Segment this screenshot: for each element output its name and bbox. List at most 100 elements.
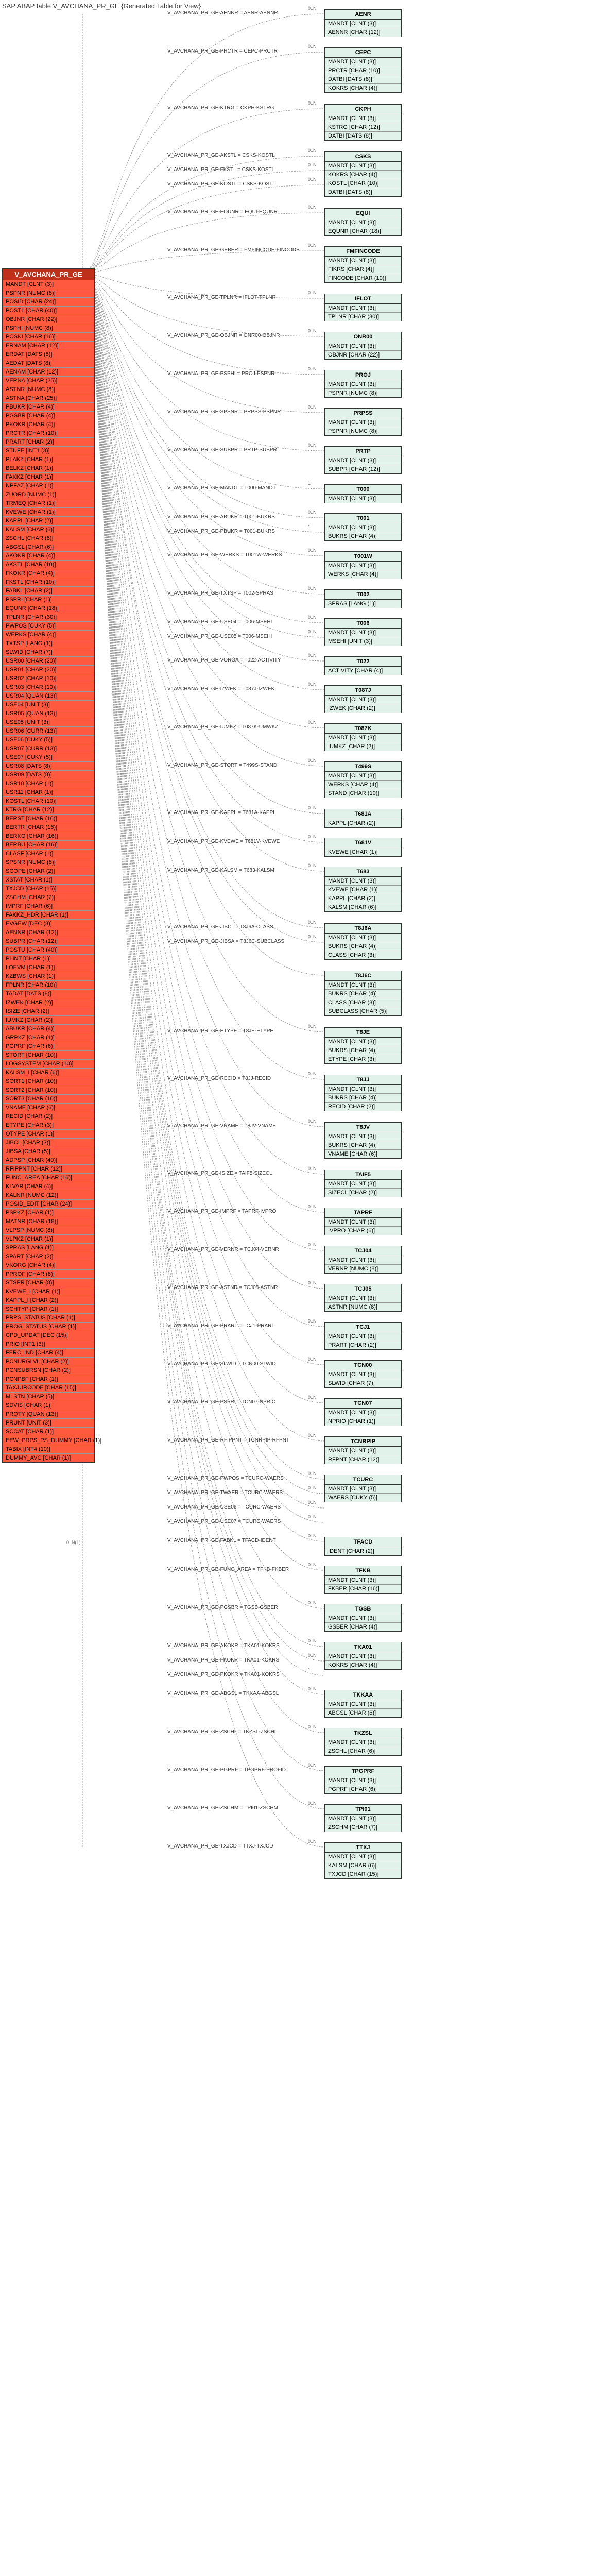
edge-label: V_AVCHANA_PR_GE-ABGSL = TKKAA-ABGSL xyxy=(167,1691,279,1697)
root-attr: USR00 [CHAR (20)] xyxy=(3,657,94,666)
edge-label: V_AVCHANA_PR_GE-VNAME = T8JV-VNAME xyxy=(167,1123,276,1129)
edge-label: V_AVCHANA_PR_GE-PSPHI = PROJ-PSPNR xyxy=(167,371,275,377)
target-attr: CLASS [CHAR (3)] xyxy=(325,998,401,1007)
target-attr: MANDT [CLNT (3)] xyxy=(325,1700,401,1709)
edge-rel: 0..N xyxy=(308,1839,317,1844)
root-attr: LOEVM [CHAR (1)] xyxy=(3,963,94,972)
edge-rel: 0..N xyxy=(308,148,317,153)
target-attr: MANDT [CLNT (3)] xyxy=(325,981,401,990)
root-attr: KTRG [CHAR (12)] xyxy=(3,806,94,815)
edge-rel: 0..N xyxy=(308,366,317,371)
edge-rel: 0..N xyxy=(308,1024,317,1029)
target-attr: MANDT [CLNT (3)] xyxy=(325,1409,401,1417)
target-attr: MANDT [CLNT (3)] xyxy=(325,734,401,742)
target-attr: MANDT [CLNT (3)] xyxy=(325,1614,401,1623)
target-attr: OBJNR [CHAR (22)] xyxy=(325,351,401,359)
target-attr: FINCODE [CHAR (10)] xyxy=(325,274,401,282)
target-node: TKKAAMANDT [CLNT (3)]ABGSL [CHAR (6)] xyxy=(324,1690,402,1718)
root-attr: FPLNR [CHAR (10)] xyxy=(3,981,94,990)
target-attr: MANDT [CLNT (3)] xyxy=(325,1256,401,1265)
target-header: TCURC xyxy=(325,1475,401,1485)
target-node: TFKBMANDT [CLNT (3)]FKBER [CHAR (16)] xyxy=(324,1566,402,1594)
root-attr: TPLNR [CHAR (30)] xyxy=(3,613,94,622)
edge-label: V_AVCHANA_PR_GE-FKSTL = CSKS-KOSTL xyxy=(167,167,274,173)
edge-label: V_AVCHANA_PR_GE-STORT = T499S-STAND xyxy=(167,762,277,768)
target-attr: MANDT [CLNT (3)] xyxy=(325,218,401,227)
target-header: T8JE xyxy=(325,1028,401,1038)
target-header: TFACD xyxy=(325,1537,401,1547)
target-header: PROJ xyxy=(325,370,401,380)
target-node: TKZSLMANDT [CLNT (3)]ZSCHL [CHAR (6)] xyxy=(324,1728,402,1756)
target-attr: MANDT [CLNT (3)] xyxy=(325,1085,401,1094)
root-attr: PGSBR [CHAR (4)] xyxy=(3,412,94,420)
edge-rel: 1 xyxy=(308,524,311,529)
edge-rel: 0..N xyxy=(308,1724,317,1730)
target-header: TKA01 xyxy=(325,1642,401,1652)
target-node: TCNRPIPMANDT [CLNT (3)]RFPNT [CHAR (12)] xyxy=(324,1436,402,1464)
target-node: T000MANDT [CLNT (3)] xyxy=(324,484,402,503)
root-attr: USR03 [CHAR (10)] xyxy=(3,683,94,692)
target-node: TCJ1MANDT [CLNT (3)]PRART [CHAR (2)] xyxy=(324,1322,402,1350)
edge-label: V_AVCHANA_PR_GE-KAPPL = T681A-KAPPL xyxy=(167,810,276,816)
edge-rel: 0..N xyxy=(308,1071,317,1076)
root-attr: KAPPL [CHAR (2)] xyxy=(3,517,94,526)
target-header: T022 xyxy=(325,657,401,667)
root-attr: TXTSP [LANG (1)] xyxy=(3,639,94,648)
target-header: TPI01 xyxy=(325,1805,401,1815)
edge-rel: 0..N xyxy=(308,805,317,810)
root-attr: VLPSP [NUMC (8)] xyxy=(3,1226,94,1235)
edge-label: V_AVCHANA_PR_GE-PGPRF = TPGPRF-PROFID xyxy=(167,1767,286,1773)
target-attr: MANDT [CLNT (3)] xyxy=(325,20,401,28)
root-attr: PPROF [CHAR (8)] xyxy=(3,1270,94,1279)
target-attr: ZSCHM [CHAR (7)] xyxy=(325,1823,401,1832)
root-attr: PKOKR [CHAR (4)] xyxy=(3,420,94,429)
target-attr: ETYPE [CHAR (3)] xyxy=(325,1055,401,1063)
edge-rel: 0..N xyxy=(308,920,317,925)
root-attr: ABUKR [CHAR (4)] xyxy=(3,1025,94,1033)
target-attr: TXJCD [CHAR (15)] xyxy=(325,1870,401,1878)
target-attr: MANDT [CLNT (3)] xyxy=(325,772,401,781)
target-header: T8J6C xyxy=(325,971,401,981)
root-attr: FAKKZ_HDR [CHAR (1)] xyxy=(3,911,94,920)
root-attr: VKORG [CHAR (4)] xyxy=(3,1261,94,1270)
edge-rel: 0..N xyxy=(308,1395,317,1400)
root-attr: SDVIS [CHAR (1)] xyxy=(3,1401,94,1410)
root-attr: PSPHI [NUMC (8)] xyxy=(3,324,94,333)
edge-rel: 0..N xyxy=(308,44,317,49)
root-attr: POSKI [CHAR (16)] xyxy=(3,333,94,342)
target-attr: KALSM [CHAR (6)] xyxy=(325,903,401,911)
target-node: T8JVMANDT [CLNT (3)]BUKRS [CHAR (4)]VNAM… xyxy=(324,1122,402,1159)
target-attr: MSEHI [UNIT (3)] xyxy=(325,637,401,646)
target-header: TTXJ xyxy=(325,1843,401,1853)
target-attr: SPRAS [LANG (1)] xyxy=(325,600,401,608)
root-attr: USR08 [DATS (8)] xyxy=(3,762,94,771)
root-attr: DUMMY_AVC [CHAR (1)] xyxy=(3,1454,94,1462)
edge-rel: 0..N xyxy=(308,1686,317,1691)
target-header: CEPC xyxy=(325,48,401,58)
root-attr: PRART [CHAR (2)] xyxy=(3,438,94,447)
target-node: TFACDIDENT [CHAR (2)] xyxy=(324,1537,402,1556)
target-attr: KAPPL [CHAR (2)] xyxy=(325,819,401,827)
target-header: T499S xyxy=(325,762,401,772)
edge-rel: 0..N xyxy=(308,1318,317,1324)
root-attr: AENAM [CHAR (12)] xyxy=(3,368,94,377)
target-node: T499SMANDT [CLNT (3)]WERKS [CHAR (4)]STA… xyxy=(324,761,402,798)
target-attr: PSPNR [NUMC (8)] xyxy=(325,389,401,397)
root-attr: STUFE [INT1 (3)] xyxy=(3,447,94,455)
target-node: TCN00MANDT [CLNT (3)]SLWID [CHAR (7)] xyxy=(324,1360,402,1388)
edge-rel: 0..N xyxy=(308,682,317,687)
target-node: T087KMANDT [CLNT (3)]IUMKZ [CHAR (2)] xyxy=(324,723,402,751)
target-node: TGSBMANDT [CLNT (3)]GSBER [CHAR (4)] xyxy=(324,1604,402,1632)
root-attr: MLSTN [CHAR (5)] xyxy=(3,1393,94,1401)
edge-label: V_AVCHANA_PR_GE-KVEWE = T681V-KVEWE xyxy=(167,839,280,844)
edge-rel: 0..N xyxy=(308,243,317,248)
target-attr: PSPNR [NUMC (8)] xyxy=(325,427,401,435)
edge-label: V_AVCHANA_PR_GE-TPLNR = IFLOT-TPLNR xyxy=(167,295,276,300)
target-header: T006 xyxy=(325,619,401,629)
edge-label: V_AVCHANA_PR_GE-KOSTL = CSKS-KOSTL xyxy=(167,181,275,187)
target-attr: MANDT [CLNT (3)] xyxy=(325,1815,401,1823)
target-header: TCJ04 xyxy=(325,1246,401,1256)
root-attr: KVEWE [CHAR (1)] xyxy=(3,508,94,517)
root-attr: USE05 [UNIT (3)] xyxy=(3,718,94,727)
root-attr: RFIPPNT [CHAR (12)] xyxy=(3,1165,94,1174)
